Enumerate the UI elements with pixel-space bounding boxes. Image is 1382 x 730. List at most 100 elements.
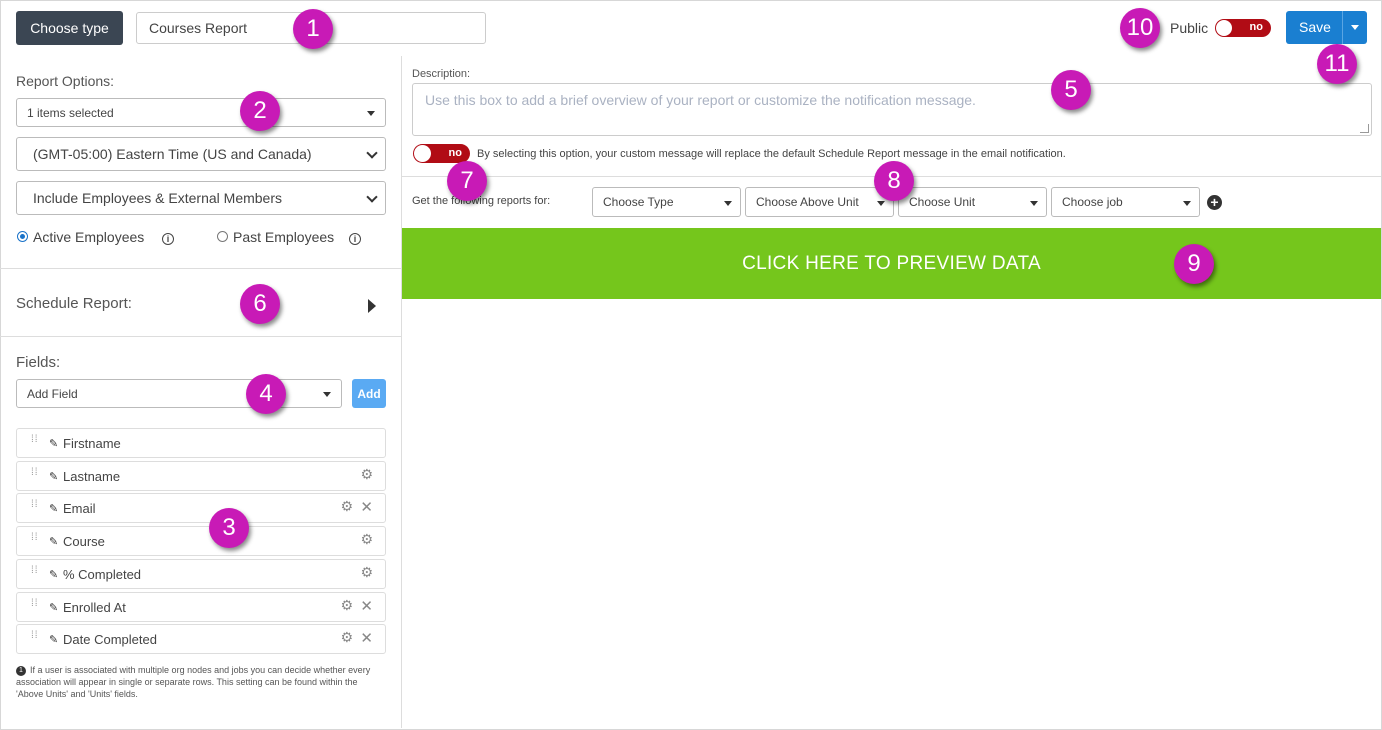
field-row[interactable]: ⁞⁞ ✎ % Completed ⚙ — [16, 559, 386, 589]
fields-note: 1 If a user is associated with multiple o… — [16, 664, 386, 700]
field-row[interactable]: ⁞⁞ ✎ Lastname ⚙ — [16, 461, 386, 491]
edit-pencil-icon[interactable]: ✎ — [49, 601, 58, 614]
drag-handle-icon[interactable]: ⁞⁞ — [31, 435, 39, 451]
report-options-heading: Report Options: — [16, 73, 115, 89]
save-dropdown-caret[interactable] — [1342, 11, 1367, 44]
close-icon[interactable]: ✕ — [360, 597, 373, 615]
radio-active-label: Active Employees — [33, 229, 145, 245]
items-select-value: 1 items selected — [27, 105, 114, 120]
field-row[interactable]: ⁞⁞ ✎ Email ⚙ ✕ — [16, 493, 386, 523]
field-name: Lastname — [63, 469, 121, 484]
custom-message-note: By selecting this option, your custom me… — [477, 148, 1066, 160]
callout-marker-3: 3 — [209, 508, 249, 548]
edit-pencil-icon[interactable]: ✎ — [49, 470, 58, 483]
public-toggle[interactable]: no — [1215, 19, 1271, 37]
gear-icon[interactable]: ⚙ — [340, 498, 353, 515]
gear-icon[interactable]: ⚙ — [360, 531, 373, 548]
close-icon[interactable]: ✕ — [360, 629, 373, 647]
drag-handle-icon[interactable]: ⁞⁞ — [31, 500, 39, 516]
field-row[interactable]: ⁞⁞ ✎ Firstname — [16, 428, 386, 458]
schedule-report-label: Schedule Report: — [16, 295, 132, 312]
field-row[interactable]: ⁞⁞ ✎ Course ⚙ — [16, 526, 386, 556]
choose-job-dropdown[interactable]: Choose job — [1051, 187, 1200, 217]
caret-down-icon — [1030, 201, 1038, 206]
add-field-select[interactable]: Add Field — [16, 379, 342, 408]
fields-note-text: If a user is associated with multiple or… — [16, 665, 371, 699]
custom-message-toggle[interactable]: no — [413, 144, 470, 163]
choose-above-unit-dropdown[interactable]: Choose Above Unit — [745, 187, 894, 217]
add-filter-plus-icon[interactable]: + — [1207, 195, 1222, 210]
callout-marker-1: 1 — [293, 9, 333, 49]
drag-handle-icon[interactable]: ⁞⁞ — [31, 468, 39, 484]
choose-type-dropdown[interactable]: Choose Type — [592, 187, 741, 217]
fields-heading: Fields: — [16, 354, 61, 371]
caret-down-icon — [323, 391, 331, 397]
drag-handle-icon[interactable]: ⁞⁞ — [31, 631, 39, 647]
callout-marker-5: 5 — [1051, 70, 1091, 110]
choose-unit-dropdown[interactable]: Choose Unit — [898, 187, 1047, 217]
members-select[interactable]: Include Employees & External Members — [16, 181, 386, 215]
gear-icon[interactable]: ⚙ — [340, 629, 353, 646]
add-field-button[interactable]: Add — [352, 379, 386, 408]
items-select[interactable]: 1 items selected — [16, 98, 386, 127]
field-name: Course — [63, 534, 105, 549]
chevron-down-icon — [1351, 25, 1359, 30]
public-toggle-state: no — [1249, 21, 1263, 33]
edit-pencil-icon[interactable]: ✎ — [49, 633, 58, 646]
gear-icon[interactable]: ⚙ — [360, 564, 373, 581]
caret-down-icon — [1183, 201, 1191, 206]
caret-down-icon — [724, 201, 732, 206]
callout-marker-10: 10 — [1120, 8, 1160, 48]
choose-job-value: Choose job — [1062, 195, 1123, 209]
edit-pencil-icon[interactable]: ✎ — [49, 568, 58, 581]
callout-marker-8: 8 — [874, 161, 914, 201]
field-row[interactable]: ⁞⁞ ✎ Enrolled At ⚙ ✕ — [16, 592, 386, 622]
choose-type-value: Choose Type — [603, 195, 674, 209]
field-name: Enrolled At — [63, 600, 126, 615]
choose-above-unit-value: Choose Above Unit — [756, 195, 859, 209]
field-name: Firstname — [63, 436, 121, 451]
description-placeholder: Use this box to add a brief overview of … — [425, 92, 976, 108]
drag-handle-icon[interactable]: ⁞⁞ — [31, 599, 39, 615]
edit-pencil-icon[interactable]: ✎ — [49, 437, 58, 450]
field-row[interactable]: ⁞⁞ ✎ Date Completed ⚙ ✕ — [16, 624, 386, 654]
callout-marker-9: 9 — [1174, 244, 1214, 284]
edit-pencil-icon[interactable]: ✎ — [49, 502, 58, 515]
save-button[interactable]: Save — [1286, 11, 1367, 44]
info-icon[interactable]: i — [162, 233, 174, 245]
save-label: Save — [1299, 19, 1331, 35]
resize-handle[interactable] — [1360, 124, 1369, 133]
field-name: Date Completed — [63, 632, 157, 647]
timezone-select[interactable]: (GMT-05:00) Eastern Time (US and Canada) — [16, 137, 386, 171]
choose-unit-value: Choose Unit — [909, 195, 976, 209]
info-icon[interactable]: i — [349, 233, 361, 245]
divider — [0, 336, 402, 337]
toggle-knob — [414, 145, 431, 162]
caret-down-icon — [367, 110, 375, 116]
radio-past-employees[interactable] — [217, 231, 228, 242]
timezone-value: (GMT-05:00) Eastern Time (US and Canada) — [33, 146, 312, 162]
edit-pencil-icon[interactable]: ✎ — [49, 535, 58, 548]
expand-arrow-icon[interactable] — [368, 299, 376, 313]
divider — [0, 268, 402, 269]
radio-active-employees[interactable] — [17, 231, 28, 242]
choose-type-button[interactable]: Choose type — [16, 11, 123, 45]
description-textarea[interactable]: Use this box to add a brief overview of … — [412, 83, 1372, 136]
drag-handle-icon[interactable]: ⁞⁞ — [31, 533, 39, 549]
callout-marker-2: 2 — [240, 91, 280, 131]
members-value: Include Employees & External Members — [33, 190, 282, 206]
callout-marker-4: 4 — [246, 374, 286, 414]
gear-icon[interactable]: ⚙ — [340, 597, 353, 614]
close-icon[interactable]: ✕ — [360, 498, 373, 516]
gear-icon[interactable]: ⚙ — [360, 466, 373, 483]
field-name: Email — [63, 501, 96, 516]
custom-message-toggle-state: no — [448, 147, 462, 159]
chevron-down-icon — [366, 147, 378, 159]
description-label: Description: — [412, 68, 471, 80]
drag-handle-icon[interactable]: ⁞⁞ — [31, 566, 39, 582]
reports-for-label: Get the following reports for: — [412, 195, 551, 207]
callout-marker-7: 7 — [447, 161, 487, 201]
callout-marker-6: 6 — [240, 284, 280, 324]
caret-down-icon — [877, 201, 885, 206]
preview-data-button[interactable]: CLICK HERE TO PREVIEW DATA — [402, 228, 1381, 299]
